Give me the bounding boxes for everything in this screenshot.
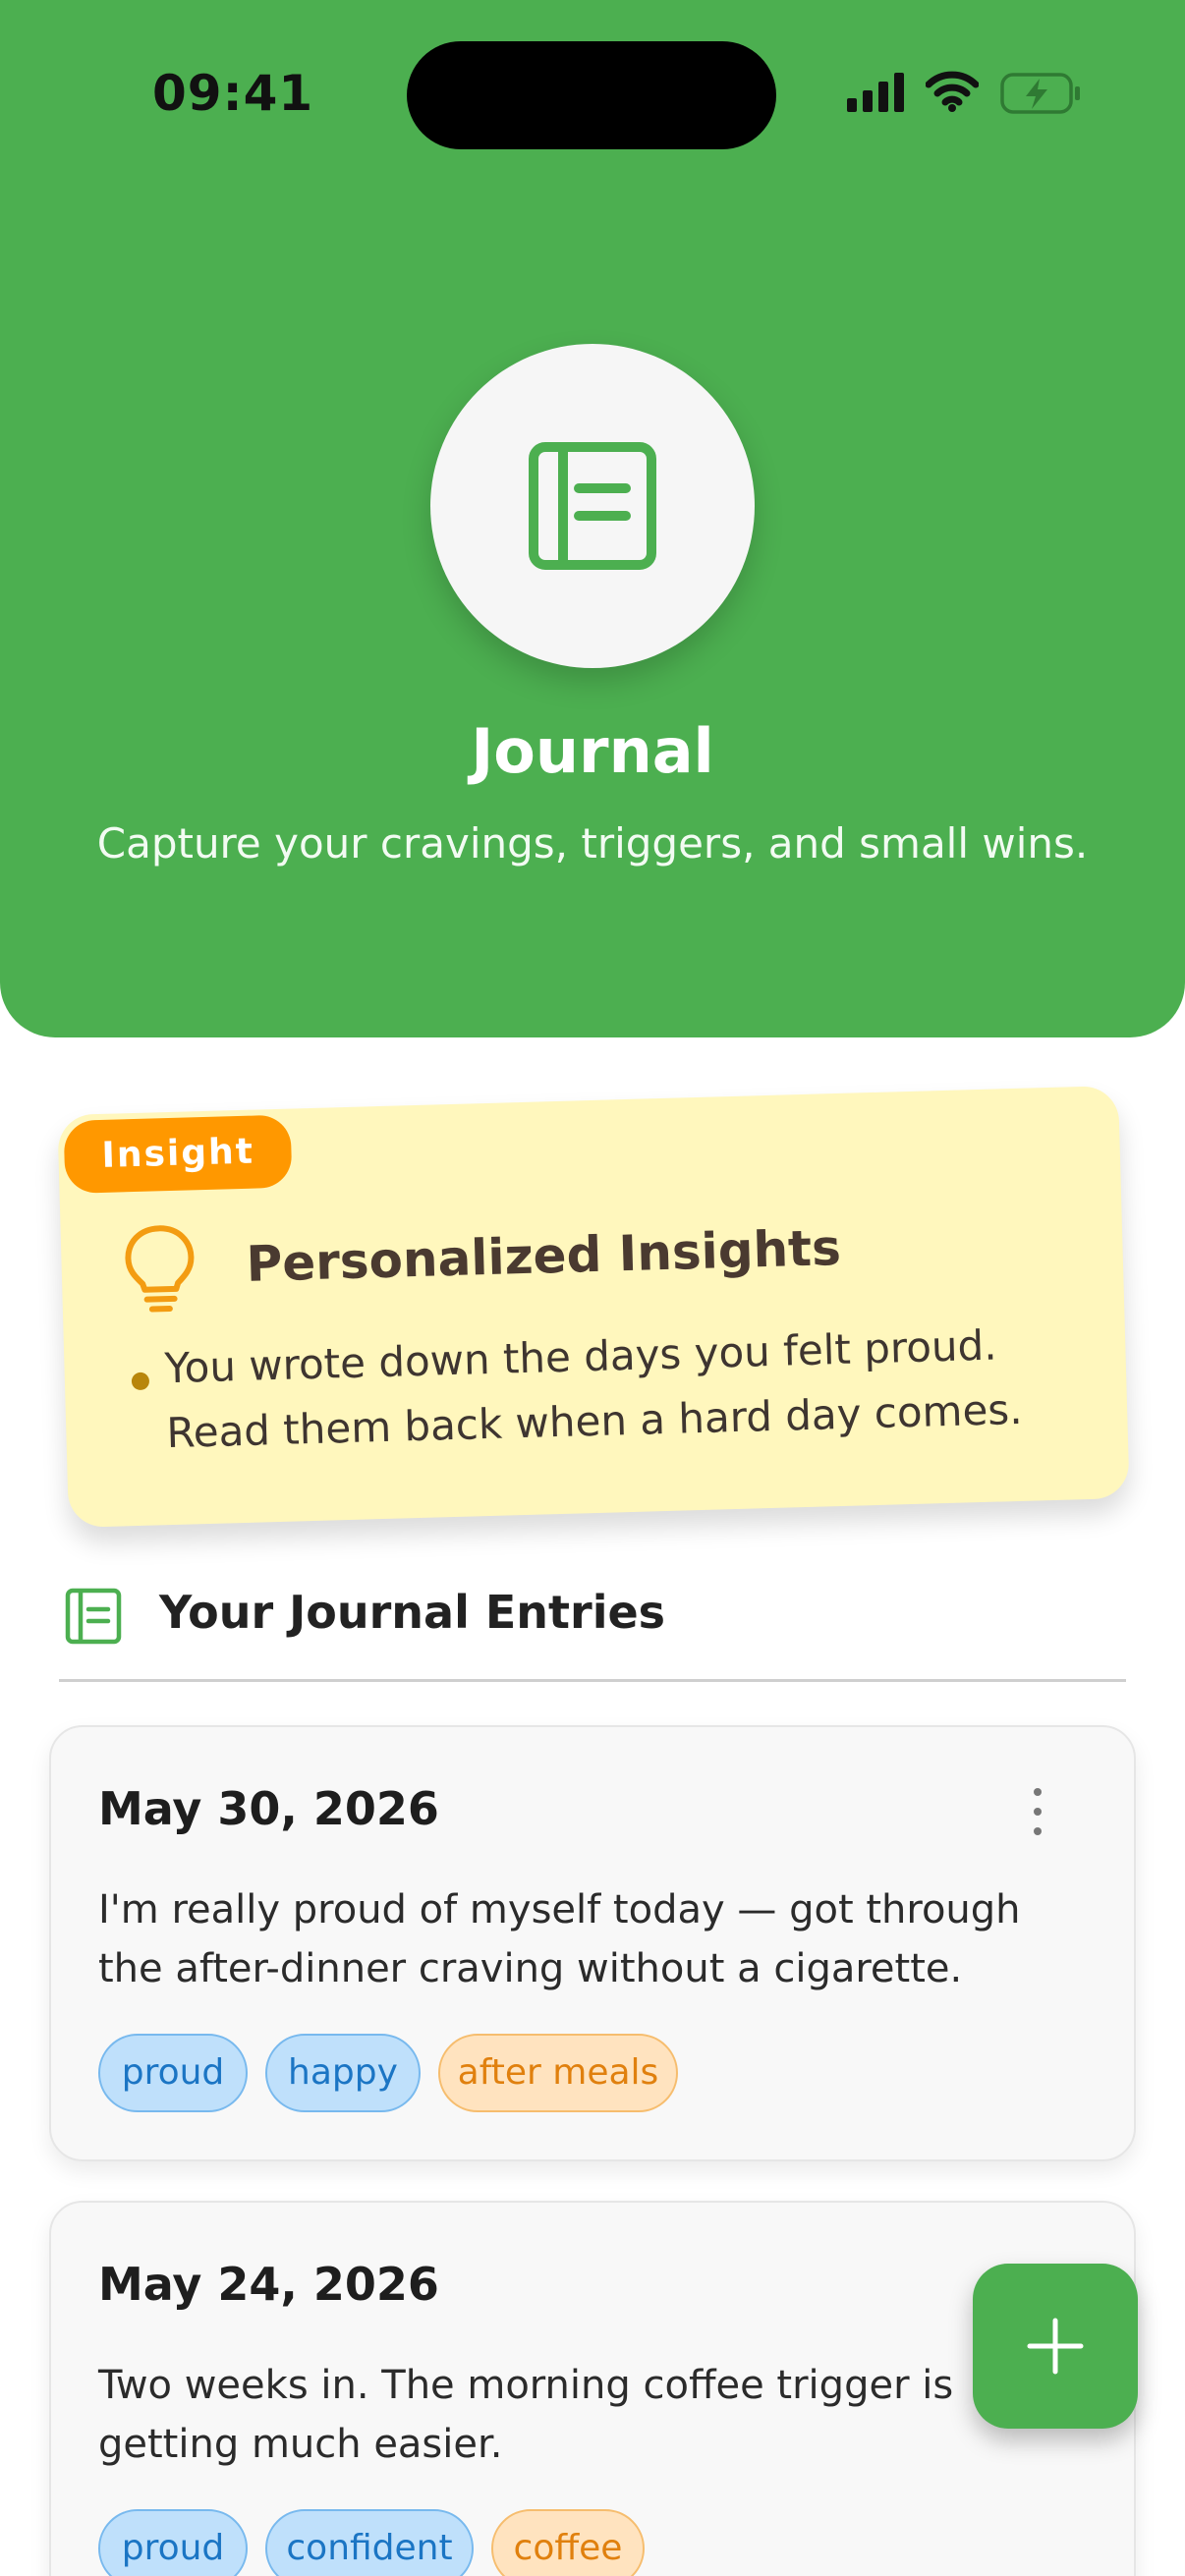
tag-chip: proud (98, 2034, 248, 2112)
tag-chip: coffee (491, 2509, 645, 2576)
status-icons (847, 69, 1083, 122)
entry-date: May 24, 2026 (98, 2258, 439, 2311)
insight-badge: Insight (63, 1114, 293, 1194)
entry-date: May 30, 2026 (98, 1782, 439, 1835)
dynamic-island (407, 41, 776, 149)
status-time: 09:41 (152, 65, 314, 122)
add-entry-button[interactable] (973, 2264, 1138, 2429)
status-bar: 09:41 (0, 0, 1185, 196)
section-divider (59, 1679, 1126, 1682)
insight-card-wrapper: Insight Personalized Insights You wrote … (57, 1086, 1130, 1528)
tag-chip: after meals (438, 2034, 678, 2112)
insight-bullet (131, 1372, 150, 1391)
insight-title: Personalized Insights (245, 1218, 842, 1293)
wifi-icon (925, 71, 980, 116)
insight-card: Insight Personalized Insights You wrote … (57, 1086, 1130, 1528)
section-title: Your Journal Entries (159, 1586, 666, 1639)
journal-header: 09:41 Journal Capture your cravings, tri… (0, 0, 1185, 1037)
tag-chip: confident (265, 2509, 474, 2576)
journal-screen: 09:41 Journal Capture your cravings, tri… (0, 0, 1185, 2576)
page-subtitle: Capture your cravings, triggers, and sma… (96, 819, 1089, 868)
page-title: Journal (471, 715, 714, 787)
battery-charging-icon (1000, 73, 1083, 118)
tag-chip: happy (265, 2034, 421, 2112)
more-options-icon[interactable] (1028, 1786, 1047, 1837)
tag-chip: proud (98, 2509, 248, 2576)
journal-entry-card[interactable]: May 30, 2026 I'm really proud of myself … (49, 1725, 1136, 2161)
entry-text: Two weeks in. The morning coffee trigger… (98, 2363, 954, 2467)
journal-icon (65, 1588, 122, 1649)
signal-icon (847, 73, 908, 116)
insight-item: You wrote down the days you felt proud. … (163, 1320, 1024, 1458)
entry-text: I'm really proud of myself today — got t… (98, 1887, 1021, 1991)
lightbulb-icon (119, 1221, 200, 1317)
journal-avatar-circle (430, 344, 755, 668)
